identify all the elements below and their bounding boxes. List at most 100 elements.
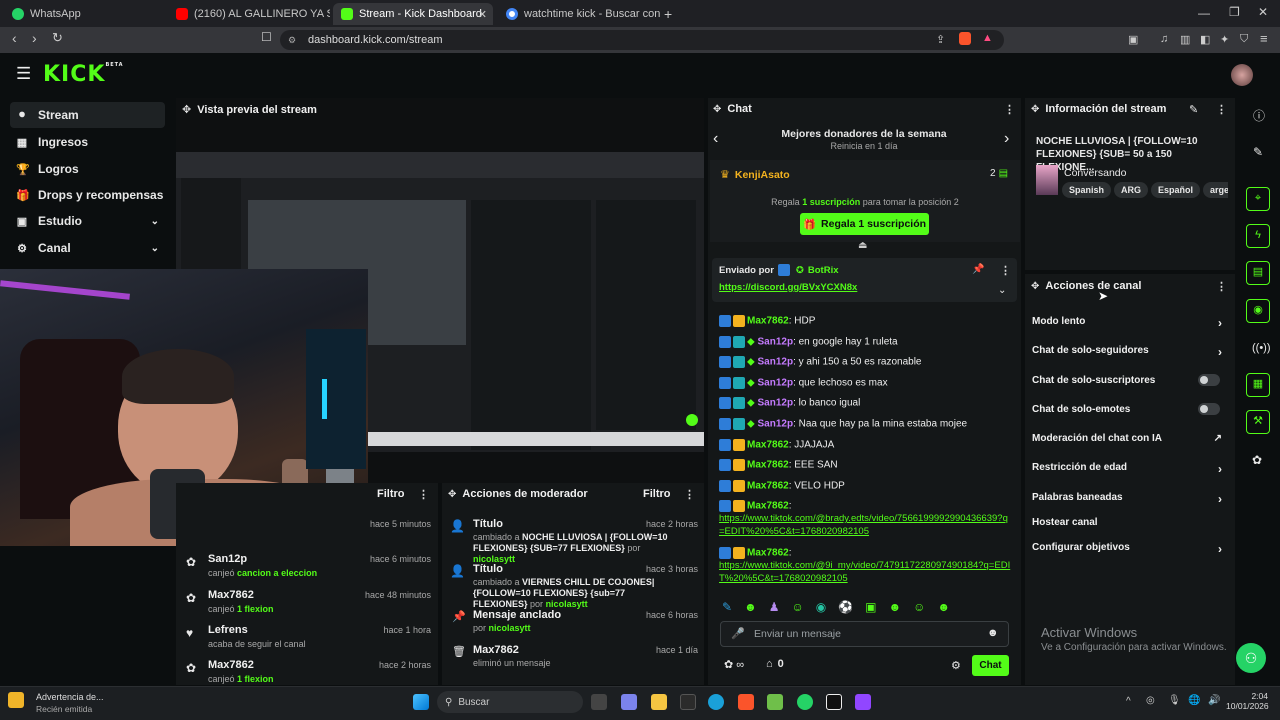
action-goals[interactable]: Configurar objetivos › bbox=[1032, 542, 1230, 556]
chat-user[interactable]: Max7862 bbox=[747, 481, 789, 492]
chat-user[interactable]: San12p bbox=[757, 378, 793, 389]
reload-icon[interactable]: ↻ bbox=[52, 30, 63, 46]
tag[interactable]: ARG bbox=[1114, 182, 1149, 198]
chat-user[interactable]: Max7862 bbox=[747, 501, 789, 512]
events-filter-button[interactable]: Filtro bbox=[377, 488, 405, 500]
clock[interactable]: 2:04 10/01/2026 bbox=[1226, 691, 1269, 711]
chevron-down-icon[interactable]: ⌄ bbox=[998, 285, 1006, 296]
volume-icon[interactable]: 🔊 bbox=[1208, 695, 1220, 706]
sidebar-item-drops[interactable]: 🎁 Drops y recompensas bbox=[10, 182, 165, 208]
action-banned-words[interactable]: Palabras baneadas › bbox=[1032, 492, 1230, 506]
capcut-icon[interactable] bbox=[826, 694, 842, 710]
help-button[interactable]: ⚇ bbox=[1236, 643, 1266, 673]
edge-icon[interactable] bbox=[708, 694, 724, 710]
tray-expand-icon[interactable]: ^ bbox=[1126, 696, 1131, 707]
document-icon[interactable]: ▤ bbox=[1246, 261, 1270, 285]
bookmark-icon[interactable]: ☐ bbox=[261, 30, 272, 44]
category-thumbnail[interactable] bbox=[1036, 165, 1058, 195]
sidebar-toggle-icon[interactable]: ▥ bbox=[1180, 33, 1190, 46]
maximize-button[interactable]: ❐ bbox=[1229, 5, 1240, 19]
kick-logo[interactable]: KICKBETA bbox=[43, 62, 124, 87]
tab-youtube[interactable]: (2160) AL GALLINERO YA SE LO PREN bbox=[168, 3, 330, 25]
emote-icon[interactable]: ☻ bbox=[937, 600, 950, 614]
broadcast-icon[interactable]: ((•)) bbox=[1252, 342, 1271, 354]
discord-icon[interactable] bbox=[855, 694, 871, 710]
forward-icon[interactable]: › bbox=[32, 30, 37, 46]
mod-filter-button[interactable]: Filtro bbox=[643, 488, 671, 500]
extension-icon[interactable]: ▣ bbox=[1128, 33, 1138, 46]
wallet-icon[interactable]: ◧ bbox=[1200, 33, 1210, 46]
server-icon[interactable]: ▦ bbox=[1246, 373, 1270, 397]
sidebar-item-ingresos[interactable]: ▦ Ingresos bbox=[10, 129, 165, 155]
action-ai-moderation[interactable]: Moderación del chat con IA ↗ bbox=[1032, 433, 1230, 444]
emote-icon[interactable]: ☻ bbox=[889, 600, 902, 614]
chat-user[interactable]: Max7862 bbox=[747, 316, 789, 327]
chat-user[interactable]: Max7862 bbox=[747, 440, 789, 451]
action-followers-only[interactable]: Chat de solo-seguidores › bbox=[1032, 345, 1230, 359]
edit-icon[interactable]: ✎ bbox=[1189, 103, 1198, 116]
chat-user[interactable]: San12p bbox=[757, 357, 793, 368]
pinned-link[interactable]: https://discord.gg/BVxYCXN8x bbox=[719, 282, 857, 293]
notification-title[interactable]: Advertencia de... bbox=[36, 692, 104, 702]
emote-icon[interactable]: ⚽ bbox=[838, 600, 853, 614]
send-chat-button[interactable]: Chat bbox=[972, 655, 1009, 676]
sidebar-item-estudio[interactable]: ▣ Estudio ⌄ bbox=[10, 208, 165, 234]
share-icon[interactable]: ⇪ bbox=[936, 33, 945, 46]
file-explorer-icon[interactable] bbox=[651, 694, 667, 710]
teams-icon[interactable] bbox=[621, 694, 637, 710]
gift-sub-button[interactable]: 🎁 Regala 1 suscripción bbox=[800, 213, 929, 235]
emote-icon[interactable]: ☺ bbox=[791, 600, 803, 614]
emote-icon[interactable]: ▣ bbox=[865, 600, 876, 614]
action-age-restriction[interactable]: Restricción de edad › bbox=[1032, 462, 1230, 476]
microphone-tray-icon[interactable]: 🎙 bbox=[1168, 695, 1181, 706]
leo-ai-icon[interactable]: ✦ bbox=[1220, 33, 1229, 46]
chat-link[interactable]: https://www.tiktok.com/@9i_my/video/7479… bbox=[719, 560, 1010, 584]
chat-user[interactable]: San12p bbox=[757, 419, 793, 430]
flash-icon[interactable]: ϟ bbox=[1246, 224, 1270, 248]
close-window-button[interactable]: ✕ bbox=[1258, 5, 1268, 19]
close-tab-icon[interactable]: ✕ bbox=[478, 8, 487, 21]
subscribers-only-toggle[interactable] bbox=[1198, 374, 1220, 386]
more-options-icon[interactable]: ⋮ bbox=[684, 488, 695, 501]
chat-user[interactable]: San12p bbox=[757, 398, 793, 409]
media-icon[interactable]: ♫ bbox=[1160, 33, 1168, 45]
task-view-icon[interactable] bbox=[591, 694, 607, 710]
taskbar-search[interactable]: ⚲ Buscar bbox=[437, 691, 583, 713]
whatsapp-taskbar-icon[interactable] bbox=[797, 694, 813, 710]
chat-user[interactable]: Max7862 bbox=[747, 460, 789, 471]
chat-more-icon[interactable]: ⋮ bbox=[1004, 103, 1015, 116]
prev-arrow-icon[interactable]: ‹ bbox=[713, 130, 718, 148]
tab-google[interactable]: watchtime kick - Buscar con Google bbox=[498, 3, 660, 25]
user-avatar[interactable] bbox=[1231, 64, 1253, 86]
back-icon[interactable]: ‹ bbox=[12, 30, 17, 46]
vpn-icon[interactable]: ⛉ bbox=[1240, 33, 1248, 46]
more-options-icon[interactable]: ⋮ bbox=[418, 488, 429, 501]
brave-icon[interactable] bbox=[738, 694, 754, 710]
sidebar-item-canal[interactable]: ⚙ Canal ⌄ bbox=[10, 235, 165, 261]
emote-icon[interactable]: ☺ bbox=[913, 600, 925, 614]
tag[interactable]: Español bbox=[1151, 182, 1201, 198]
action-host-channel[interactable]: Hostear canal bbox=[1032, 517, 1230, 528]
tag[interactable]: Spanish bbox=[1062, 182, 1112, 198]
tag[interactable]: argentin bbox=[1203, 182, 1228, 198]
pencil-icon[interactable]: ✎ bbox=[1253, 145, 1263, 159]
emote-icon[interactable]: ✎ bbox=[722, 600, 732, 614]
tray-app-icon[interactable]: ◎ bbox=[1146, 695, 1155, 706]
clip-icon[interactable]: ⌖ bbox=[1246, 187, 1270, 211]
actions-more-icon[interactable]: ⋮ bbox=[1216, 280, 1227, 293]
microphone-icon[interactable]: 🎤 bbox=[731, 627, 745, 640]
chat-settings-icon[interactable]: ⚙ bbox=[951, 659, 961, 672]
sidebar-item-stream[interactable]: ⏺ Stream bbox=[10, 102, 165, 128]
emoji-icon[interactable]: ☻ bbox=[987, 627, 999, 639]
chat-user[interactable]: Max7862 bbox=[747, 548, 789, 559]
minimize-button[interactable]: — bbox=[1198, 6, 1210, 20]
address-bar[interactable]: dashboard.kick.com/stream bbox=[280, 30, 1004, 50]
windows-start-icon[interactable] bbox=[413, 694, 429, 710]
pin-icon[interactable]: 📌 bbox=[972, 264, 984, 275]
emote-icon[interactable]: ♟ bbox=[769, 600, 780, 614]
wrench-icon[interactable]: ⚒ bbox=[1246, 410, 1270, 434]
brave-shield-icon[interactable] bbox=[959, 32, 971, 45]
category-name[interactable]: Conversando bbox=[1064, 167, 1126, 179]
menu-icon[interactable]: ≡ bbox=[1260, 31, 1268, 46]
next-arrow-icon[interactable]: › bbox=[1004, 130, 1009, 148]
